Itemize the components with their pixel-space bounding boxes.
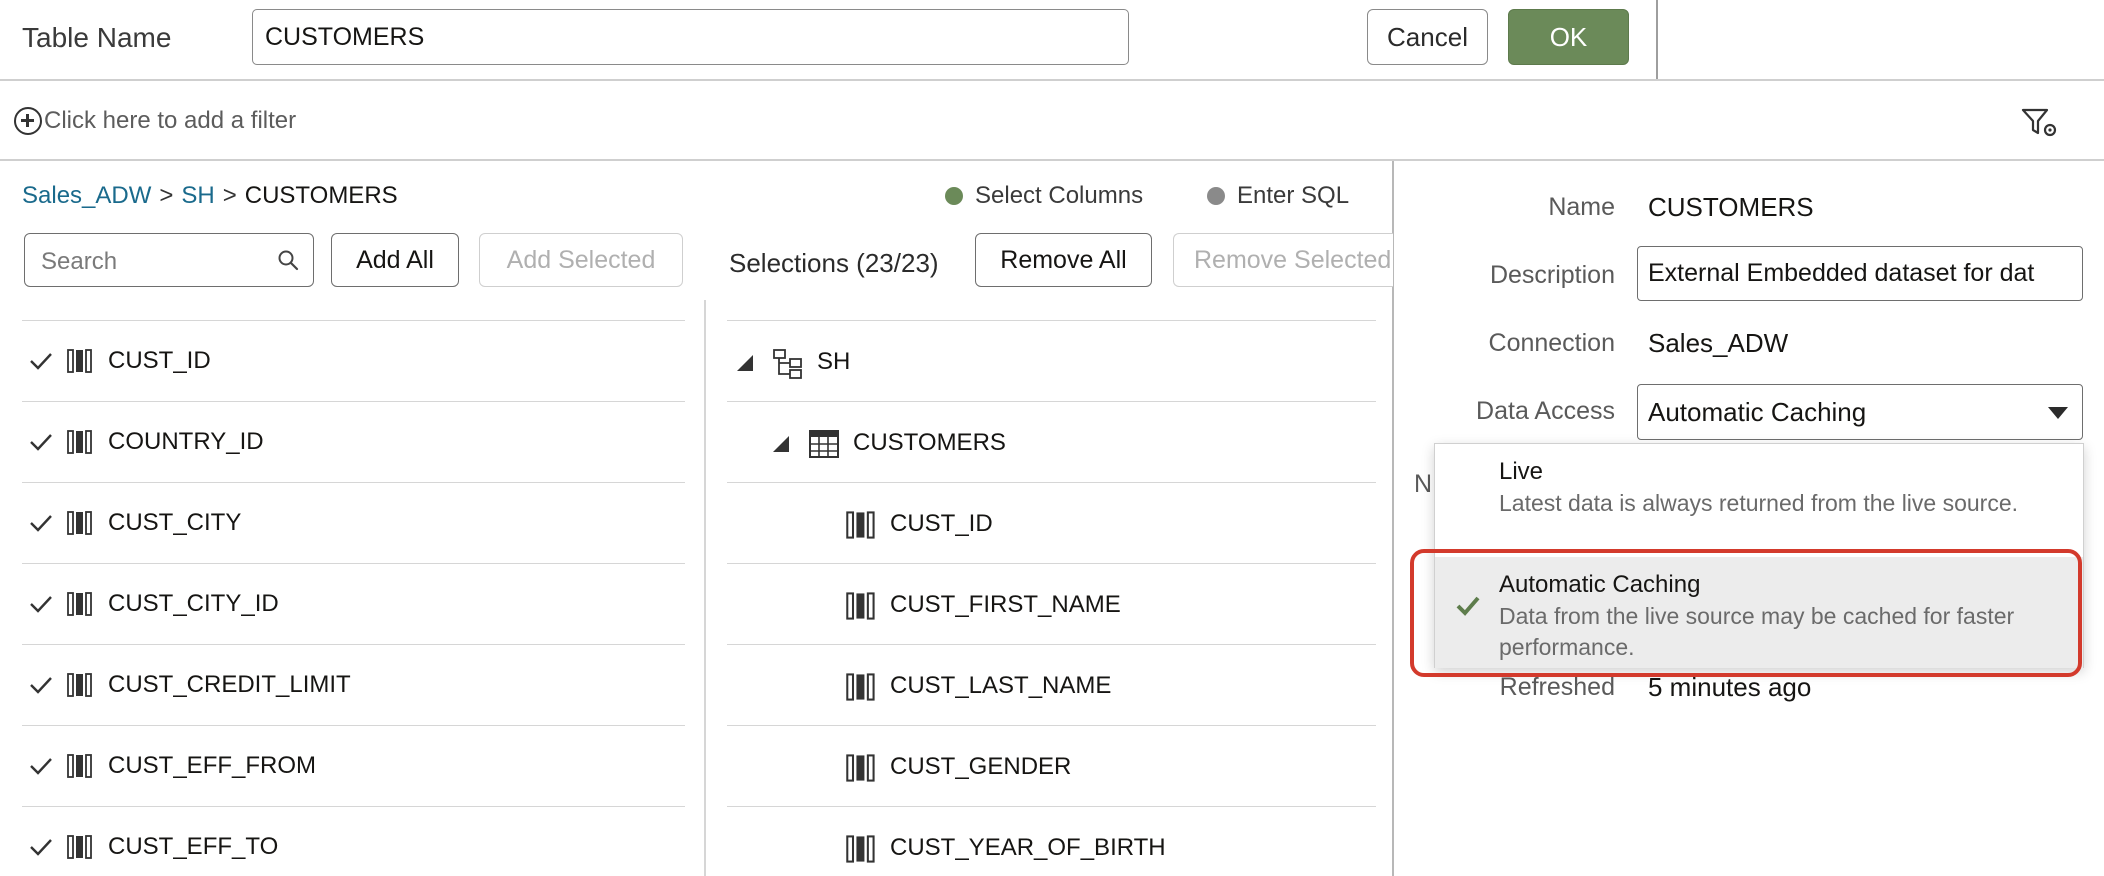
source-column-list: CUST_ID COUNTRY_ID CUST_CITY CUST_CITY_I… [22, 320, 685, 876]
check-icon [30, 677, 52, 694]
breadcrumb-schema[interactable]: SH [181, 182, 214, 209]
name-label: Name [1548, 193, 1615, 221]
breadcrumb: Sales_ADW > SH > CUSTOMERS [22, 182, 398, 210]
option-title: Live [1499, 458, 1544, 485]
data-access-label: Data Access [1476, 397, 1615, 425]
list-item[interactable]: CUST_CREDIT_LIMIT [22, 644, 685, 725]
breadcrumb-separator: > [159, 182, 174, 209]
ok-button[interactable]: OK [1508, 9, 1629, 65]
remove-selected-button[interactable]: Remove Selected [1173, 233, 1393, 287]
table-name: CUSTOMERS [853, 429, 1006, 456]
column-icon [846, 754, 875, 782]
check-icon [30, 353, 52, 370]
list-item[interactable]: CUST_ID [22, 320, 685, 401]
radio-selected-icon [945, 187, 963, 205]
remove-all-button[interactable]: Remove All [975, 233, 1152, 287]
table-name-label: Table Name [22, 22, 172, 53]
name-value: CUSTOMERS [1648, 192, 1814, 222]
column-icon [67, 754, 92, 778]
connection-label: Connection [1488, 329, 1615, 357]
check-icon [30, 515, 52, 532]
description-label: Description [1489, 261, 1615, 289]
radio-unselected-icon [1207, 187, 1225, 205]
add-filter-icon[interactable] [14, 107, 42, 135]
breadcrumb-table: CUSTOMERS [244, 182, 398, 209]
breadcrumb-connection[interactable]: Sales_ADW [22, 182, 151, 209]
tree-node-column[interactable]: CUST_ID [727, 482, 1376, 563]
pane-divider[interactable] [704, 300, 706, 876]
select-columns-radio[interactable]: Select Columns [945, 182, 1143, 210]
check-icon [30, 839, 52, 856]
data-access-value: Automatic Caching [1648, 397, 1867, 427]
enter-sql-label: Enter SQL [1237, 182, 1350, 209]
check-icon [30, 434, 52, 451]
column-icon [67, 592, 92, 616]
list-item[interactable]: CUST_EFF_TO [22, 806, 685, 876]
tree-node-table[interactable]: CUSTOMERS [727, 401, 1376, 482]
selections-tree: SH CUSTOMERS CUST_ID CUST_FIRST_NAME CUS… [727, 320, 1376, 876]
filter-settings-icon[interactable] [2020, 106, 2060, 140]
column-name: CUST_FIRST_NAME [890, 591, 1121, 618]
header-bar: Table Name CUSTOMERS Cancel OK [0, 0, 1658, 79]
search-placeholder: Search [41, 248, 118, 275]
partially-hidden-label: N [1414, 470, 1433, 498]
description-input[interactable]: External Embedded dataset for dat [1637, 246, 2083, 301]
breadcrumb-separator: > [222, 182, 237, 209]
tree-node-column[interactable]: CUST_FIRST_NAME [727, 563, 1376, 644]
selections-count-label: Selections (23/23) [729, 248, 939, 278]
refreshed-label: Refreshed [1499, 673, 1615, 701]
list-item[interactable]: CUST_CITY_ID [22, 563, 685, 644]
column-name: CUST_LAST_NAME [890, 672, 1112, 699]
add-selected-button[interactable]: Add Selected [479, 233, 683, 287]
column-name: CUST_EFF_TO [108, 833, 279, 860]
add-all-button[interactable]: Add All [331, 233, 459, 287]
column-name: COUNTRY_ID [108, 428, 264, 455]
column-icon [846, 673, 875, 701]
connection-value: Sales_ADW [1648, 328, 1789, 358]
search-icon[interactable] [277, 249, 299, 271]
filter-bar[interactable]: Click here to add a filter [0, 79, 2104, 161]
check-icon [30, 596, 52, 613]
column-name: CUST_CITY_ID [108, 590, 279, 617]
cancel-button[interactable]: Cancel [1367, 9, 1488, 65]
data-access-select[interactable]: Automatic Caching [1637, 384, 2083, 440]
list-item[interactable]: COUNTRY_ID [22, 401, 685, 482]
column-name: CUST_YEAR_OF_BIRTH [890, 834, 1166, 861]
column-name: CUST_GENDER [890, 753, 1072, 780]
annotation-highlight [1410, 549, 2082, 677]
column-icon [67, 511, 92, 535]
collapse-icon[interactable] [737, 355, 753, 371]
tree-node-column[interactable]: CUST_GENDER [727, 725, 1376, 806]
select-columns-label: Select Columns [975, 182, 1144, 209]
schema-icon [773, 349, 802, 379]
dataset-editor: Table Name CUSTOMERS Cancel OK Click her… [0, 0, 2104, 876]
column-name: CUST_CREDIT_LIMIT [108, 671, 351, 698]
search-input[interactable]: Search [24, 233, 314, 287]
column-name: CUST_EFF_FROM [108, 752, 317, 779]
column-icon [67, 835, 92, 859]
tree-node-column[interactable]: CUST_LAST_NAME [727, 644, 1376, 725]
check-icon [30, 758, 52, 775]
column-name: CUST_ID [108, 347, 211, 374]
tree-node-schema[interactable]: SH [727, 320, 1376, 401]
table-icon [809, 430, 839, 458]
column-icon [67, 673, 92, 697]
column-icon [846, 835, 875, 863]
tree-node-column[interactable]: CUST_YEAR_OF_BIRTH [727, 806, 1376, 876]
schema-name: SH [817, 348, 851, 375]
column-icon [846, 592, 875, 620]
column-name: CUST_CITY [108, 509, 242, 536]
add-filter-text[interactable]: Click here to add a filter [44, 107, 296, 135]
collapse-icon[interactable] [773, 436, 789, 452]
chevron-down-icon[interactable] [2048, 407, 2068, 419]
column-name: CUST_ID [890, 510, 993, 537]
option-description: Latest data is always returned from the … [1499, 490, 2019, 516]
column-icon [67, 430, 92, 454]
column-icon [67, 349, 92, 373]
enter-sql-radio[interactable]: Enter SQL [1207, 182, 1349, 210]
list-item[interactable]: CUST_EFF_FROM [22, 725, 685, 806]
table-name-input[interactable]: CUSTOMERS [252, 9, 1129, 65]
column-icon [846, 511, 875, 539]
list-item[interactable]: CUST_CITY [22, 482, 685, 563]
